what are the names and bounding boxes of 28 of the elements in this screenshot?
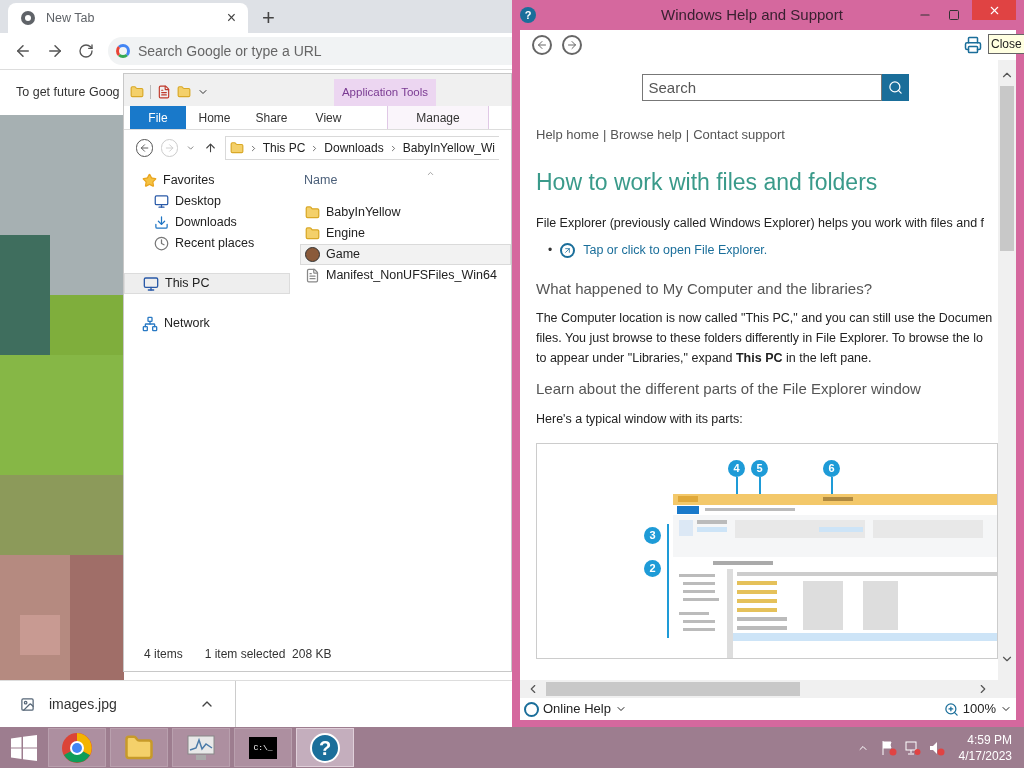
- paragraph: to appear under "Libraries," expand This PC in the left pane.: [536, 350, 873, 368]
- section-heading: What happened to My Computer and the libraries?: [536, 278, 874, 299]
- paragraph: The Computer location is now called "This PC," and you can still use the Documen: [536, 310, 994, 328]
- callout-number: 2: [644, 559, 661, 577]
- clock-date: 4/17/2023: [958, 747, 1012, 764]
- paragraph: File Explorer (previously called Windows Explorer) helps you work with files and f: [536, 215, 986, 232]
- clock-time: 4:59 PM: [967, 731, 1012, 748]
- console-icon: C:\_: [249, 736, 277, 759]
- callout-number: 3: [644, 526, 661, 544]
- tab-title: New Tab: [46, 9, 96, 27]
- paragraph: Here's a typical window with its parts:: [536, 410, 744, 428]
- item-count: 4 items: [144, 646, 183, 663]
- callout-number: 5: [751, 459, 768, 477]
- callout-number: 4: [728, 459, 745, 477]
- notice-text: To get future Goog: [16, 84, 120, 102]
- bullet: •: [548, 242, 553, 260]
- callout-number: 6: [823, 459, 840, 477]
- section-heading: Learn about the different parts of the File Explorer window: [536, 379, 922, 400]
- contextual-tab-header: Application Tools: [334, 79, 436, 106]
- page-heading: How to work with files and folders: [536, 167, 879, 197]
- help-icon: ?: [310, 732, 340, 763]
- paragraph: files. You just browse to these folders differently in File Explorer. To browse the lo: [536, 330, 984, 348]
- selection-info: 1 item selected 208 KB: [204, 646, 332, 663]
- window-title: Windows Help and Support: [660, 4, 844, 25]
- separator: |: [685, 126, 690, 144]
- tooltip: Close: [988, 34, 1024, 54]
- help-icon: ?: [520, 7, 536, 23]
- separator: |: [602, 126, 607, 144]
